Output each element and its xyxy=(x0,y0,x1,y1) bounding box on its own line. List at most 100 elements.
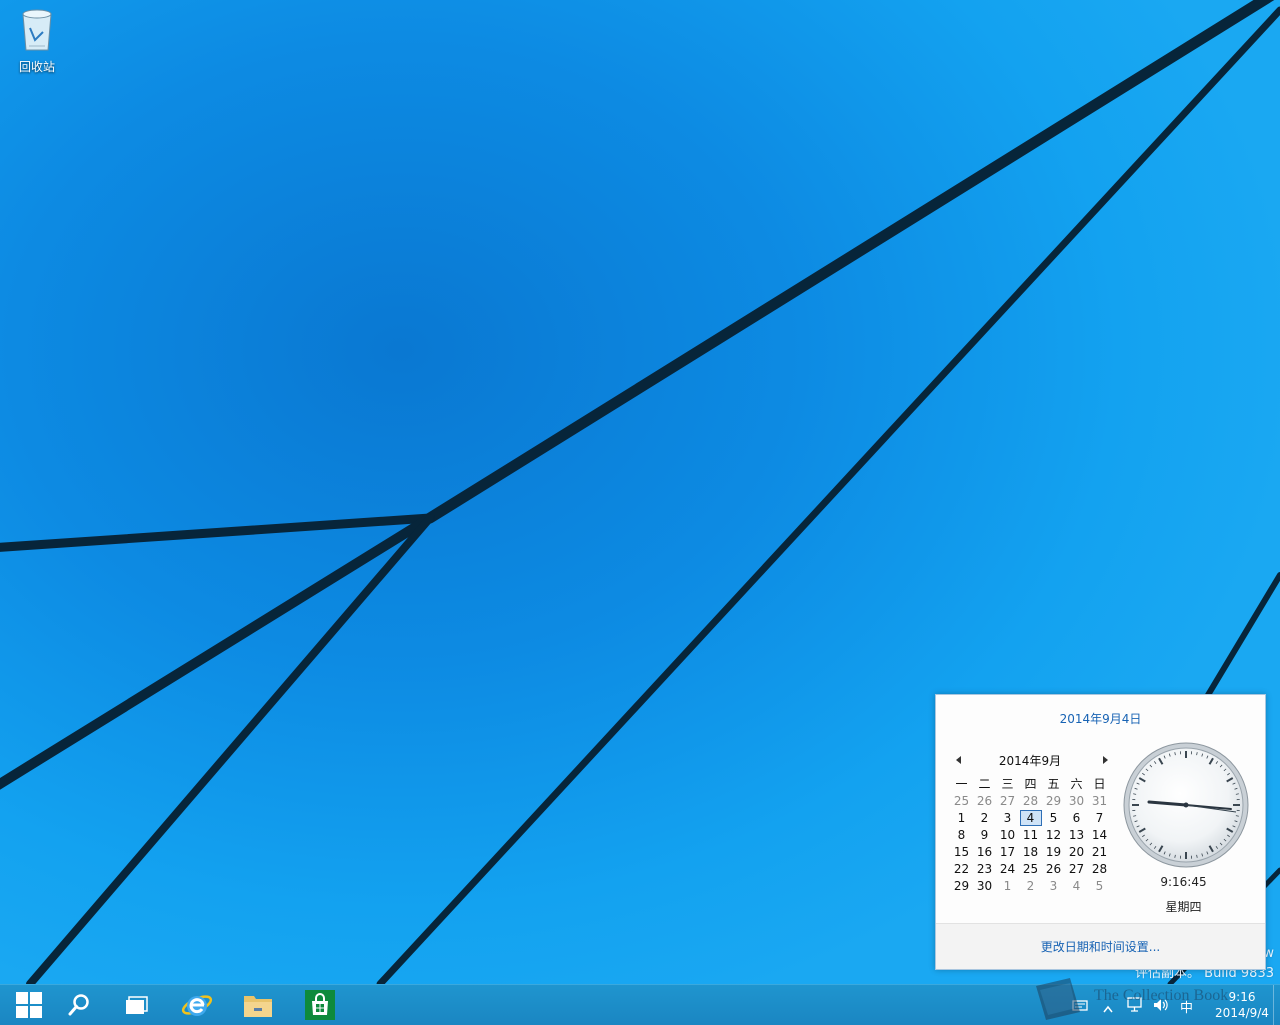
calendar-day-number: 4 xyxy=(1073,879,1081,893)
show-desktop-button[interactable] xyxy=(1273,985,1280,1025)
internet-explorer-icon xyxy=(181,989,213,1021)
calendar-day[interactable]: 2 xyxy=(1019,877,1042,894)
next-month-button[interactable] xyxy=(1098,753,1112,767)
calendar-grid: 一二三四五六日 25262728293031123456789101112131… xyxy=(950,775,1111,894)
calendar-day[interactable]: 30 xyxy=(973,877,996,894)
calendar-day[interactable]: 12 xyxy=(1042,826,1065,843)
calendar-day[interactable]: 6 xyxy=(1065,809,1088,826)
calendar-day-number: 27 xyxy=(1069,862,1084,876)
store-button[interactable] xyxy=(291,985,349,1025)
overlay-watermark-text: The Collection Book xyxy=(1094,987,1228,1005)
calendar-day[interactable]: 5 xyxy=(1088,877,1111,894)
calendar-day[interactable]: 25 xyxy=(1019,860,1042,877)
calendar-day[interactable]: 25 xyxy=(950,792,973,809)
calendar-day-number: 30 xyxy=(977,879,992,893)
calendar-day[interactable]: 28 xyxy=(1019,792,1042,809)
calendar-day[interactable]: 29 xyxy=(950,877,973,894)
calendar-day-number: 20 xyxy=(1069,845,1084,859)
flyout-long-date[interactable]: 2014年9月4日 xyxy=(936,710,1265,727)
calendar-day[interactable]: 5 xyxy=(1042,809,1065,826)
weekday-header-row: 一二三四五六日 xyxy=(950,775,1111,792)
task-view-icon xyxy=(125,995,149,1015)
weekday-header: 二 xyxy=(973,775,996,792)
calendar-day[interactable]: 2 xyxy=(973,809,996,826)
calendar-month-label[interactable]: 2014年9月 xyxy=(976,752,1084,769)
calendar-day-number: 7 xyxy=(1096,811,1104,825)
calendar-day-number: 11 xyxy=(1023,828,1038,842)
weekday-header: 一 xyxy=(950,775,973,792)
calendar-day-number: 17 xyxy=(1000,845,1015,859)
calendar-day-number: 2 xyxy=(1027,879,1035,893)
calendar-day-number: 25 xyxy=(1023,862,1038,876)
calendar-day[interactable]: 27 xyxy=(1065,860,1088,877)
calendar-day-number: 24 xyxy=(1000,862,1015,876)
calendar-day[interactable]: 22 xyxy=(950,860,973,877)
calendar-day-number: 1 xyxy=(958,811,966,825)
calendar-day-number: 23 xyxy=(977,862,992,876)
calendar-day-number: 8 xyxy=(958,828,966,842)
calendar-day[interactable]: 11 xyxy=(1019,826,1042,843)
recycle-bin[interactable]: 回收站 xyxy=(8,6,66,75)
calendar-day-number: 16 xyxy=(977,845,992,859)
calendar-week-row: 22 23 24 25 26 27 28 xyxy=(950,860,1111,877)
calendar-day[interactable]: 18 xyxy=(1019,843,1042,860)
calendar-day[interactable]: 9 xyxy=(973,826,996,843)
calendar-day-number: 30 xyxy=(1069,794,1084,808)
calendar-day[interactable]: 23 xyxy=(973,860,996,877)
previous-month-button[interactable] xyxy=(952,753,966,767)
calendar-day-today[interactable]: 4 xyxy=(1019,809,1042,826)
analog-clock xyxy=(1121,740,1251,870)
calendar-day[interactable]: 17 xyxy=(996,843,1019,860)
search-icon xyxy=(67,993,91,1017)
calendar-day[interactable]: 31 xyxy=(1088,792,1111,809)
calendar-day-number: 31 xyxy=(1092,794,1107,808)
calendar-day-number: 5 xyxy=(1096,879,1104,893)
calendar-day[interactable]: 13 xyxy=(1065,826,1088,843)
calendar-day-number: 19 xyxy=(1046,845,1061,859)
calendar-day-number: 15 xyxy=(954,845,969,859)
calendar-day[interactable]: 3 xyxy=(996,809,1019,826)
calendar-day[interactable]: 30 xyxy=(1065,792,1088,809)
calendar-day-number: 26 xyxy=(977,794,992,808)
calendar-day[interactable]: 14 xyxy=(1088,826,1111,843)
calendar-week-row: 123456 7 xyxy=(950,809,1111,826)
clock-digital-time: 9:16:45 xyxy=(1126,875,1241,889)
calendar-day[interactable]: 15 xyxy=(950,843,973,860)
calendar-day-number: 9 xyxy=(981,828,989,842)
calendar-day[interactable]: 19 xyxy=(1042,843,1065,860)
calendar-day[interactable]: 7 xyxy=(1088,809,1111,826)
calendar-day[interactable]: 4 xyxy=(1065,877,1088,894)
internet-explorer-button[interactable] xyxy=(168,985,226,1025)
calendar-day-number: 27 xyxy=(1000,794,1015,808)
calendar-day[interactable]: 10 xyxy=(996,826,1019,843)
calendar-day[interactable]: 16 xyxy=(973,843,996,860)
calendar-day-number: 28 xyxy=(1092,862,1107,876)
task-view-button[interactable] xyxy=(108,985,166,1025)
calendar-day[interactable]: 29 xyxy=(1042,792,1065,809)
calendar-day[interactable]: 21 xyxy=(1088,843,1111,860)
calendar-day[interactable]: 1 xyxy=(950,809,973,826)
search-button[interactable] xyxy=(50,985,108,1025)
calendar-day[interactable]: 28 xyxy=(1088,860,1111,877)
taskbar-clock-date: 2014/9/4 xyxy=(1212,1005,1272,1021)
calendar-day-number: 1 xyxy=(1004,879,1012,893)
calendar-day[interactable]: 1 xyxy=(996,877,1019,894)
calendar-day-number: 10 xyxy=(1000,828,1015,842)
weekday-header: 日 xyxy=(1088,775,1111,792)
recycle-bin-icon xyxy=(17,6,57,52)
calendar-day[interactable]: 27 xyxy=(996,792,1019,809)
calendar-day-number: 6 xyxy=(1073,811,1081,825)
calendar-day[interactable]: 8 xyxy=(950,826,973,843)
weekday-header: 六 xyxy=(1065,775,1088,792)
calendar-day[interactable]: 26 xyxy=(1042,860,1065,877)
calendar-day[interactable]: 3 xyxy=(1042,877,1065,894)
calendar-day-number: 29 xyxy=(1046,794,1061,808)
calendar-day[interactable]: 24 xyxy=(996,860,1019,877)
calendar-day[interactable]: 20 xyxy=(1065,843,1088,860)
file-explorer-button[interactable] xyxy=(229,985,287,1025)
calendar-day[interactable]: 26 xyxy=(973,792,996,809)
weekday-header: 三 xyxy=(996,775,1019,792)
calendar-day-number: 25 xyxy=(954,794,969,808)
calendar-week-row: 15 16 17 18 19 20 21 xyxy=(950,843,1111,860)
change-date-time-settings-link[interactable]: 更改日期和时间设置... xyxy=(936,938,1265,955)
